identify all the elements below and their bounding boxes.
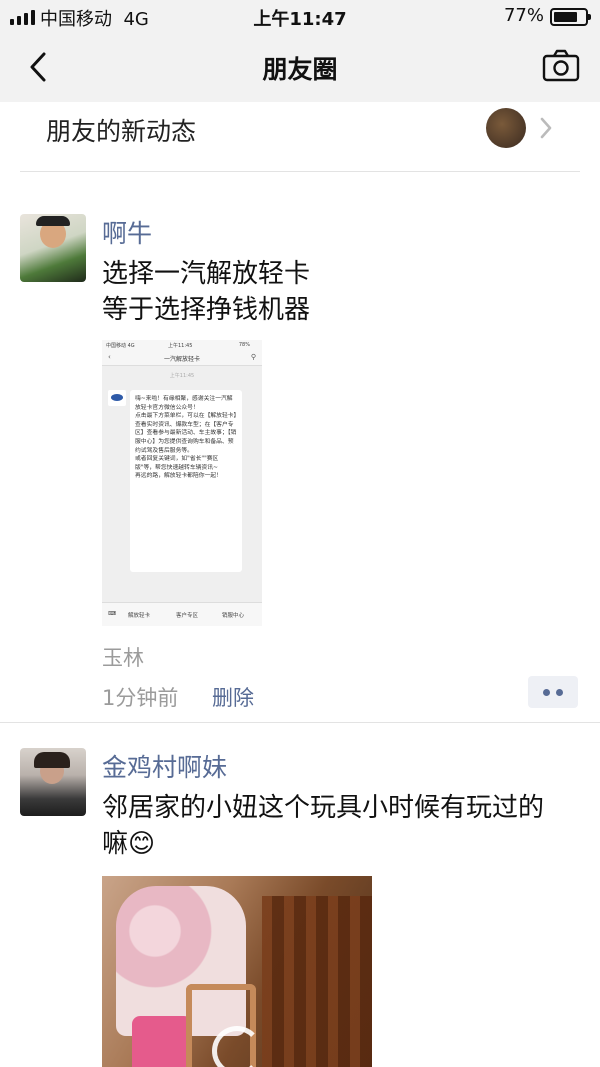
camera-icon[interactable] (542, 49, 580, 83)
page-title: 朋友圈 (262, 55, 338, 84)
friend-updates-row[interactable]: 朋友的新动态 (20, 102, 580, 172)
screenshot-profile-icon: ⚲ (250, 353, 256, 361)
nav-bar: 朋友圈 (0, 32, 600, 102)
battery-percent: 77% (503, 5, 544, 26)
brand-logo-icon (108, 390, 126, 406)
post-author-name[interactable]: 金鸡村啊妹 (102, 748, 227, 784)
more-actions-button[interactable] (528, 676, 578, 708)
screenshot-battery: 78% (238, 342, 250, 348)
screenshot-menu-item: 客户专区 (176, 613, 199, 619)
post-author-name[interactable]: 啊牛 (102, 214, 152, 250)
chevron-right-icon (540, 117, 552, 139)
screenshot-menu-item: 解放轻卡 (128, 613, 151, 619)
battery-icon (550, 8, 591, 26)
screenshot-timestamp: 上午11:45 (169, 373, 195, 379)
post-text: 选择一汽解放轻卡 等于选择挣钱机器 (102, 256, 310, 328)
post-time: 1分钟前 (102, 686, 179, 710)
friend-update-avatar (486, 108, 526, 148)
screenshot-keyboard-icon: ⌨ (108, 611, 116, 617)
screenshot-carrier: 中国移动 4G (106, 343, 135, 349)
post-text-line: 邻居家的小妞这个玩具小时候有玩过的 (102, 793, 545, 823)
avatar[interactable] (20, 214, 86, 282)
status-bar: 中国移动 4G 上午11:47 77% (0, 0, 600, 32)
screenshot-menu-bar: ⌨ 解放轻卡 客户专区 销服中心 (102, 602, 262, 626)
post-photo[interactable] (102, 876, 372, 1067)
delete-link[interactable]: 删除 (212, 682, 254, 712)
screenshot-time: 上午11:45 (168, 343, 193, 349)
screenshot-header: ‹ 一汽解放轻卡 ⚲ (102, 350, 262, 366)
post-text-line: 选择一汽解放轻卡 (102, 259, 311, 289)
screenshot-status-bar: 中国移动 4G 上午11:45 78% (102, 340, 262, 350)
post-divider (0, 722, 600, 723)
post-location[interactable]: 玉林 (102, 642, 144, 672)
screenshot-menu-item: 销服中心 (222, 613, 245, 619)
post-image[interactable]: 中国移动 4G 上午11:45 78% ‹ 一汽解放轻卡 ⚲ 上午11:45 嗨… (102, 340, 262, 626)
photo-child-legs (132, 1016, 192, 1067)
avatar[interactable] (20, 748, 86, 816)
friend-updates-label: 朋友的新动态 (46, 117, 197, 146)
post-text-line: 嘛😊 (102, 829, 156, 859)
screenshot-message: 嗨~来啦！有缘相聚，感谢关注一汽解放轻卡官方微信公众号！ 点击最下方菜单栏，可以… (130, 390, 242, 572)
post-text-line: 等于选择挣钱机器 (102, 295, 311, 325)
photo-chair (262, 896, 372, 1067)
post-text: 邻居家的小妞这个玩具小时候有玩过的 嘛😊 (102, 790, 582, 862)
screenshot-title: 一汽解放轻卡 (163, 356, 200, 363)
